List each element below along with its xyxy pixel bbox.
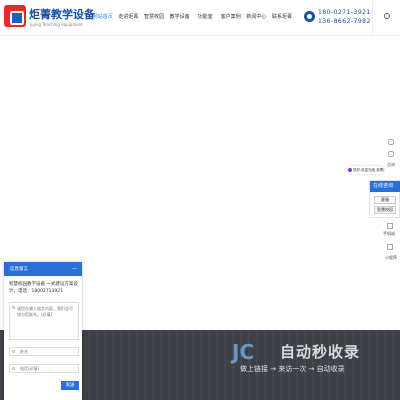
nav-item-function-room[interactable]: 功能室	[192, 0, 218, 36]
smart-campus-button[interactable]: 智慧校园	[374, 206, 396, 214]
online-service-title[interactable]: 在线咨询	[370, 181, 400, 192]
watermark-logo: JC	[232, 340, 255, 364]
message-panel-title: 信息留言	[10, 267, 28, 272]
watermark-subtitle: 做上链接 → 来访一次 → 自动收录	[240, 365, 345, 373]
mini-program-label[interactable]: 小程序	[385, 255, 397, 261]
mini-program-icon[interactable]	[387, 244, 393, 250]
welcome-bubble[interactable]: 您好,欢迎光临 炬菁教育设备有限公司	[348, 166, 384, 174]
chat-avatar-icon	[348, 168, 352, 172]
message-panel: 信息留言 — 智慧校园教学设备 一式建设方案设计，电话：18002713921 …	[4, 262, 82, 400]
page: 炬菁教学设备 Jujing Teaching equipment 网站首页 走进…	[0, 0, 400, 400]
header-divider	[372, 0, 373, 36]
nav-item-smart-campus[interactable]: 智慧校园	[141, 0, 167, 36]
side-phone-call-icon[interactable]	[388, 151, 394, 157]
brand-name[interactable]: 炬菁教学设备	[29, 6, 95, 22]
user-icon	[12, 350, 15, 353]
hotline-number-1: 180-0271-3921	[318, 9, 371, 16]
watermark-title: 自动秒收录	[280, 343, 361, 361]
message-panel-header: 信息留言 —	[4, 262, 82, 276]
mobile-site-icon[interactable]	[387, 223, 393, 229]
hotline-number-2: 136-8662-7982	[318, 18, 371, 25]
mobile-site-label[interactable]: 手机站	[383, 231, 395, 237]
message-textarea[interactable]	[9, 302, 79, 340]
name-input[interactable]	[9, 347, 79, 356]
nav-item-contact[interactable]: 联系炬菁	[269, 0, 295, 36]
nav-item-teaching-equipment[interactable]: 教学设备	[167, 0, 193, 36]
phone-icon	[304, 11, 315, 22]
side-consult-label: 咨询	[387, 162, 395, 167]
site-header: 炬菁教学设备 Jujing Teaching equipment 网站首页 走进…	[0, 0, 400, 36]
brand-logo-icon[interactable]	[4, 5, 26, 27]
nav-item-cases[interactable]: 客户案例	[218, 0, 244, 36]
nav-item-home[interactable]: 网站首页	[90, 0, 116, 36]
phone-input[interactable]	[9, 364, 79, 373]
brand-subtitle: Jujing Teaching equipment	[30, 22, 83, 27]
nav-item-news[interactable]: 新闻中心	[244, 0, 270, 36]
online-service-button[interactable]: 客服	[374, 196, 396, 204]
send-button[interactable]: 发送	[61, 381, 79, 390]
minimize-icon[interactable]: —	[72, 266, 77, 272]
online-service-panel: 在线咨询 客服 智慧校园	[369, 180, 400, 218]
nav-item-about[interactable]: 走进炬菁	[116, 0, 142, 36]
main-nav: 网站首页 走进炬菁 智慧校园 教学设备 功能室 客户案例 新闻中心 联系炬菁	[90, 0, 295, 36]
side-phone-icon[interactable]	[388, 139, 394, 145]
message-field-icon	[12, 306, 15, 309]
phone-field-icon	[12, 367, 15, 370]
message-panel-intro: 智慧校园教学设备 一式建设方案设计，电话：18002713921	[9, 282, 78, 294]
search-icon[interactable]	[384, 13, 390, 19]
